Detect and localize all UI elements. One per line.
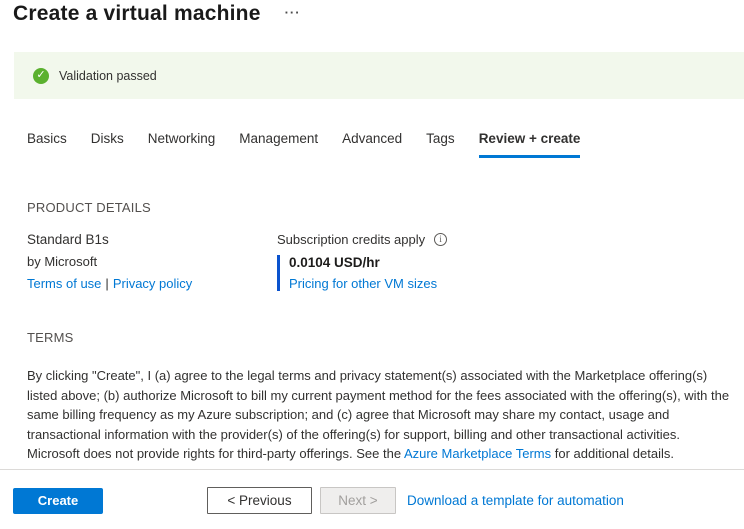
validation-message: Validation passed	[59, 69, 157, 83]
page-title: Create a virtual machine	[13, 2, 261, 26]
tab-basics[interactable]: Basics	[27, 131, 67, 158]
tab-advanced[interactable]: Advanced	[342, 131, 402, 158]
tab-tags[interactable]: Tags	[426, 131, 455, 158]
terms-text-end: for additional details.	[551, 446, 674, 461]
tab-disks[interactable]: Disks	[91, 131, 124, 158]
footer-bar: Create < Previous Next > Download a temp…	[0, 470, 744, 529]
page-header: Create a virtual machine ···	[0, 0, 744, 26]
ellipsis-icon: ···	[285, 5, 301, 20]
info-icon[interactable]: i	[434, 233, 447, 246]
tab-bar: Basics Disks Networking Management Advan…	[0, 131, 744, 158]
create-button[interactable]: Create	[13, 488, 103, 514]
tab-management[interactable]: Management	[239, 131, 318, 158]
product-details-section: PRODUCT DETAILS Standard B1s by Microsof…	[0, 200, 744, 291]
tab-review-create[interactable]: Review + create	[479, 131, 581, 158]
tab-networking[interactable]: Networking	[148, 131, 216, 158]
terms-paragraph: By clicking "Create", I (a) agree to the…	[27, 366, 733, 464]
check-icon: ✓	[33, 68, 49, 84]
pricing-info: Subscription credits apply i 0.0104 USD/…	[277, 232, 447, 291]
more-menu-button[interactable]: ···	[285, 6, 301, 20]
price-value: 0.0104 USD/hr	[289, 255, 447, 270]
product-details-header: PRODUCT DETAILS	[27, 200, 744, 215]
validation-banner: ✓ Validation passed	[14, 52, 744, 99]
terms-of-use-link[interactable]: Terms of use	[27, 276, 101, 291]
links-separator: |	[105, 276, 108, 291]
price-block: 0.0104 USD/hr Pricing for other VM sizes	[277, 255, 447, 291]
terms-header: TERMS	[27, 330, 744, 345]
azure-marketplace-terms-link[interactable]: Azure Marketplace Terms	[404, 446, 551, 461]
pricing-link[interactable]: Pricing for other VM sizes	[289, 276, 447, 291]
privacy-policy-link[interactable]: Privacy policy	[113, 276, 192, 291]
product-name: Standard B1s	[27, 232, 277, 247]
terms-section: TERMS By clicking "Create", I (a) agree …	[0, 330, 744, 464]
product-publisher: by Microsoft	[27, 254, 277, 269]
product-info: Standard B1s by Microsoft Terms of use | P…	[27, 232, 277, 291]
next-button[interactable]: Next >	[320, 487, 396, 514]
credits-label: Subscription credits apply	[277, 232, 425, 247]
download-template-link[interactable]: Download a template for automation	[407, 493, 624, 508]
previous-button[interactable]: < Previous	[207, 487, 312, 514]
